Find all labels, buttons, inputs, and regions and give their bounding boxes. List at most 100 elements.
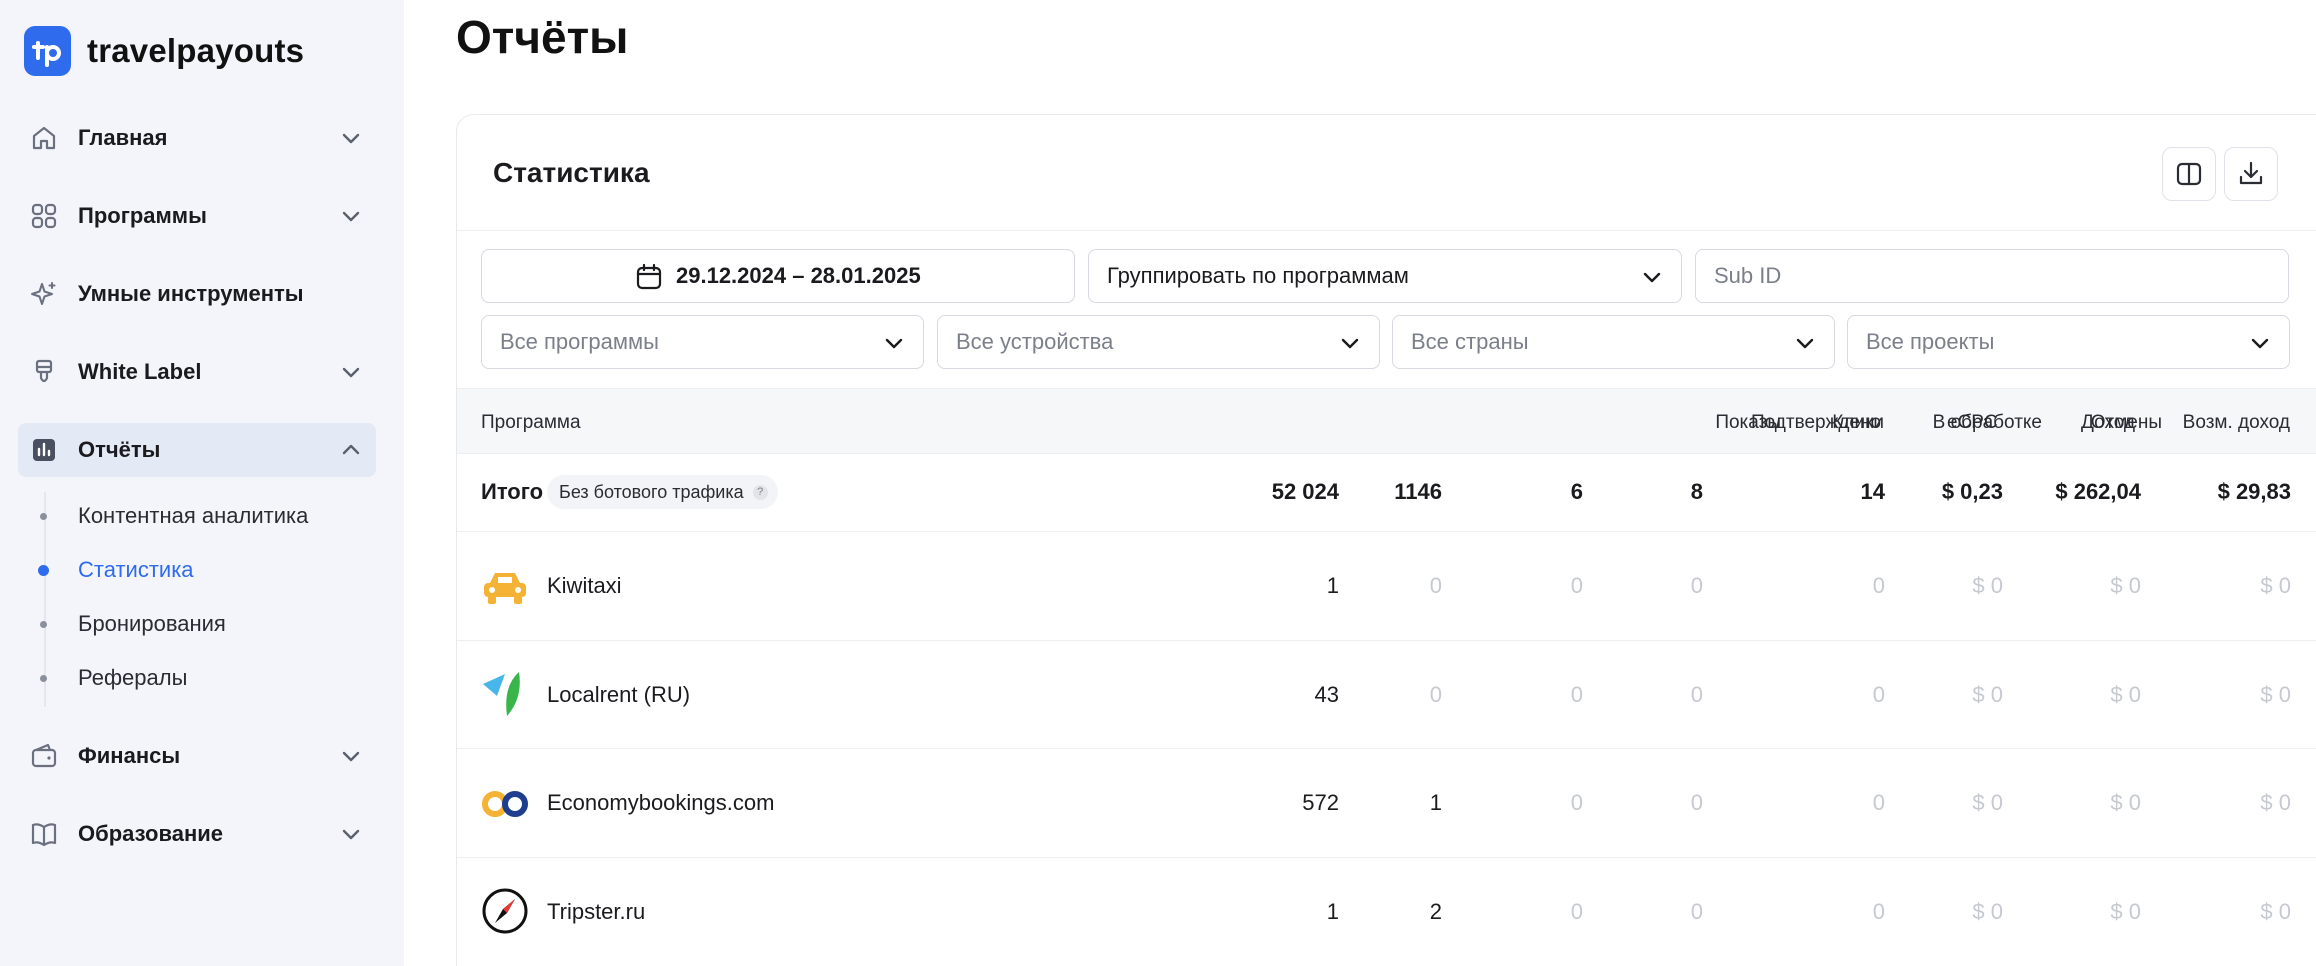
download-button[interactable] (2224, 147, 2278, 201)
localrent-logo-icon (483, 672, 520, 716)
column-header-possible-income[interactable]: Возм. доход (2178, 412, 2290, 434)
programs-value: Все программы (500, 329, 659, 354)
table-row[interactable]: Economybookings.com 572 1 0 0 0 $ 0 $ 0 … (457, 750, 2316, 858)
cell-possible-income: $ 0 (2260, 573, 2291, 598)
cell-confirmed: 0 (1872, 682, 1885, 707)
submenu-label: Бронирования (78, 611, 226, 636)
table-row[interactable]: Tripster.ru 1 2 0 0 0 $ 0 $ 0 $ 0 (457, 859, 2316, 966)
sidebar-item-white-label[interactable]: White Label (18, 345, 376, 399)
chart-icon (33, 439, 55, 461)
page-title: Отчёты (456, 11, 629, 63)
sidebar-item-reports[interactable]: Отчёты (18, 423, 376, 477)
wallet-icon (31, 743, 57, 768)
cell-confirmed: 0 (1872, 899, 1885, 924)
brand-logo[interactable]: travelpayouts (24, 26, 304, 76)
cell-possible-income: $ 0 (2260, 790, 2291, 815)
column-header-confirmed[interactable]: Подтверждено (1751, 412, 1881, 434)
table-row[interactable]: Localrent (RU) 43 0 0 0 0 $ 0 $ 0 $ 0 (457, 642, 2316, 749)
economybookings-logo-icon (482, 791, 528, 817)
column-header-ecpc[interactable]: eCPC (1947, 412, 1998, 434)
submenu-item-referrals[interactable]: Рефералы (38, 660, 187, 696)
cell-possible-income: $ 0 (2260, 899, 2291, 924)
total-confirmed: 14 (1860, 479, 1885, 504)
chevron-down-icon (342, 133, 360, 144)
sidebar-item-label: Программы (78, 203, 207, 228)
group-by-value: Группировать по программам (1107, 263, 1409, 288)
column-header-program[interactable]: Программа (481, 412, 581, 434)
home-icon (32, 126, 56, 150)
sidebar-item-finance[interactable]: Финансы (18, 729, 376, 783)
card-divider (457, 230, 2316, 231)
sidebar-item-programs[interactable]: Программы (18, 189, 376, 243)
chevron-down-icon (342, 751, 360, 762)
sidebar-item-smart-tools[interactable]: Умные инструменты (18, 267, 376, 321)
sidebar-item-home[interactable]: Главная (18, 111, 376, 165)
column-header-income[interactable]: Доход (2065, 412, 2135, 434)
total-possible-income: $ 29,83 (2217, 479, 2291, 504)
cell-confirmed: 0 (1872, 573, 1885, 598)
group-by-select[interactable]: Группировать по программам (1088, 249, 1682, 303)
cell-processing: 0 (1570, 790, 1583, 815)
cell-possible-income: $ 0 (2260, 682, 2291, 707)
sparkle-icon (31, 282, 56, 305)
sidebar-item-label: White Label (78, 359, 202, 384)
program-name[interactable]: Kiwitaxi (547, 573, 622, 599)
cell-processing: 0 (1570, 682, 1583, 707)
total-ecpc: $ 0,23 (1941, 479, 2003, 504)
submenu-item-content-analytics[interactable]: Контентная аналитика (38, 498, 308, 534)
total-label: Итого (481, 479, 544, 504)
help-icon[interactable]: ? (752, 485, 768, 500)
bot-traffic-badge[interactable]: Без ботового трафика ? (547, 475, 778, 509)
bullet-dot (40, 674, 47, 682)
table-total-row: Итого Без ботового трафика ? 52 024 1146… (457, 455, 2316, 532)
program-name[interactable]: Tripster.ru (547, 899, 645, 925)
submenu-item-statistics[interactable]: Статистика (38, 552, 194, 588)
submenu-label: Статистика (78, 557, 194, 582)
cell-processing: 0 (1570, 899, 1583, 924)
subid-input[interactable]: Sub ID (1695, 249, 2289, 303)
statistics-card: Статистика 29.12.2024 – 28.01.2025 Групп… (456, 114, 2316, 966)
total-income: $ 262,04 (2055, 479, 2141, 504)
cell-processing: 0 (1570, 573, 1583, 598)
devices-select[interactable]: Все устройства (937, 315, 1380, 369)
cell-impressions: 43 (1314, 682, 1339, 707)
cell-clicks: 0 (1429, 573, 1442, 598)
brand-name: travelpayouts (87, 32, 305, 69)
table-row[interactable]: Kiwitaxi 1 0 0 0 0 $ 0 $ 0 $ 0 (457, 533, 2316, 641)
bot-traffic-badge-label: Без ботового трафика (559, 482, 744, 502)
programs-select[interactable]: Все программы (481, 315, 924, 369)
book-icon (31, 823, 57, 847)
columns-toggle-button[interactable] (2162, 147, 2216, 201)
brush-icon (35, 359, 53, 383)
subid-placeholder: Sub ID (1714, 263, 1782, 288)
cell-cancelled: 0 (1690, 573, 1703, 598)
countries-select[interactable]: Все страны (1392, 315, 1835, 369)
total-impressions: 52 024 (1271, 479, 1339, 504)
cell-ecpc: $ 0 (1972, 682, 2003, 707)
bullet-dot (40, 512, 47, 520)
program-name[interactable]: Economybookings.com (547, 790, 774, 816)
projects-select[interactable]: Все проекты (1847, 315, 2290, 369)
active-bullet-dot (38, 564, 49, 576)
card-title: Статистика (493, 157, 650, 188)
cell-impressions: 572 (1302, 790, 1339, 815)
cell-clicks: 1 (1429, 790, 1442, 815)
total-cancelled: 8 (1690, 479, 1703, 504)
cell-cancelled: 0 (1690, 682, 1703, 707)
sidebar: travelpayouts Главная Программы Умные ин… (0, 0, 404, 966)
chevron-down-icon (342, 211, 360, 222)
date-range-value: 29.12.2024 – 28.01.2025 (676, 263, 921, 288)
sidebar-item-education[interactable]: Образование (18, 807, 376, 861)
program-name[interactable]: Localrent (RU) (547, 682, 690, 708)
cell-impressions: 1 (1326, 573, 1339, 598)
submenu-item-bookings[interactable]: Бронирования (38, 606, 226, 642)
sidebar-item-label: Главная (78, 125, 168, 150)
submenu-label: Контентная аналитика (78, 503, 309, 528)
cell-income: $ 0 (2110, 682, 2141, 707)
cell-impressions: 1 (1326, 899, 1339, 924)
sidebar-item-label: Образование (78, 821, 223, 846)
bullet-dot (40, 620, 47, 628)
date-range-picker[interactable]: 29.12.2024 – 28.01.2025 (481, 249, 1075, 303)
calendar-icon (636, 263, 662, 290)
chevron-down-icon (342, 829, 360, 840)
